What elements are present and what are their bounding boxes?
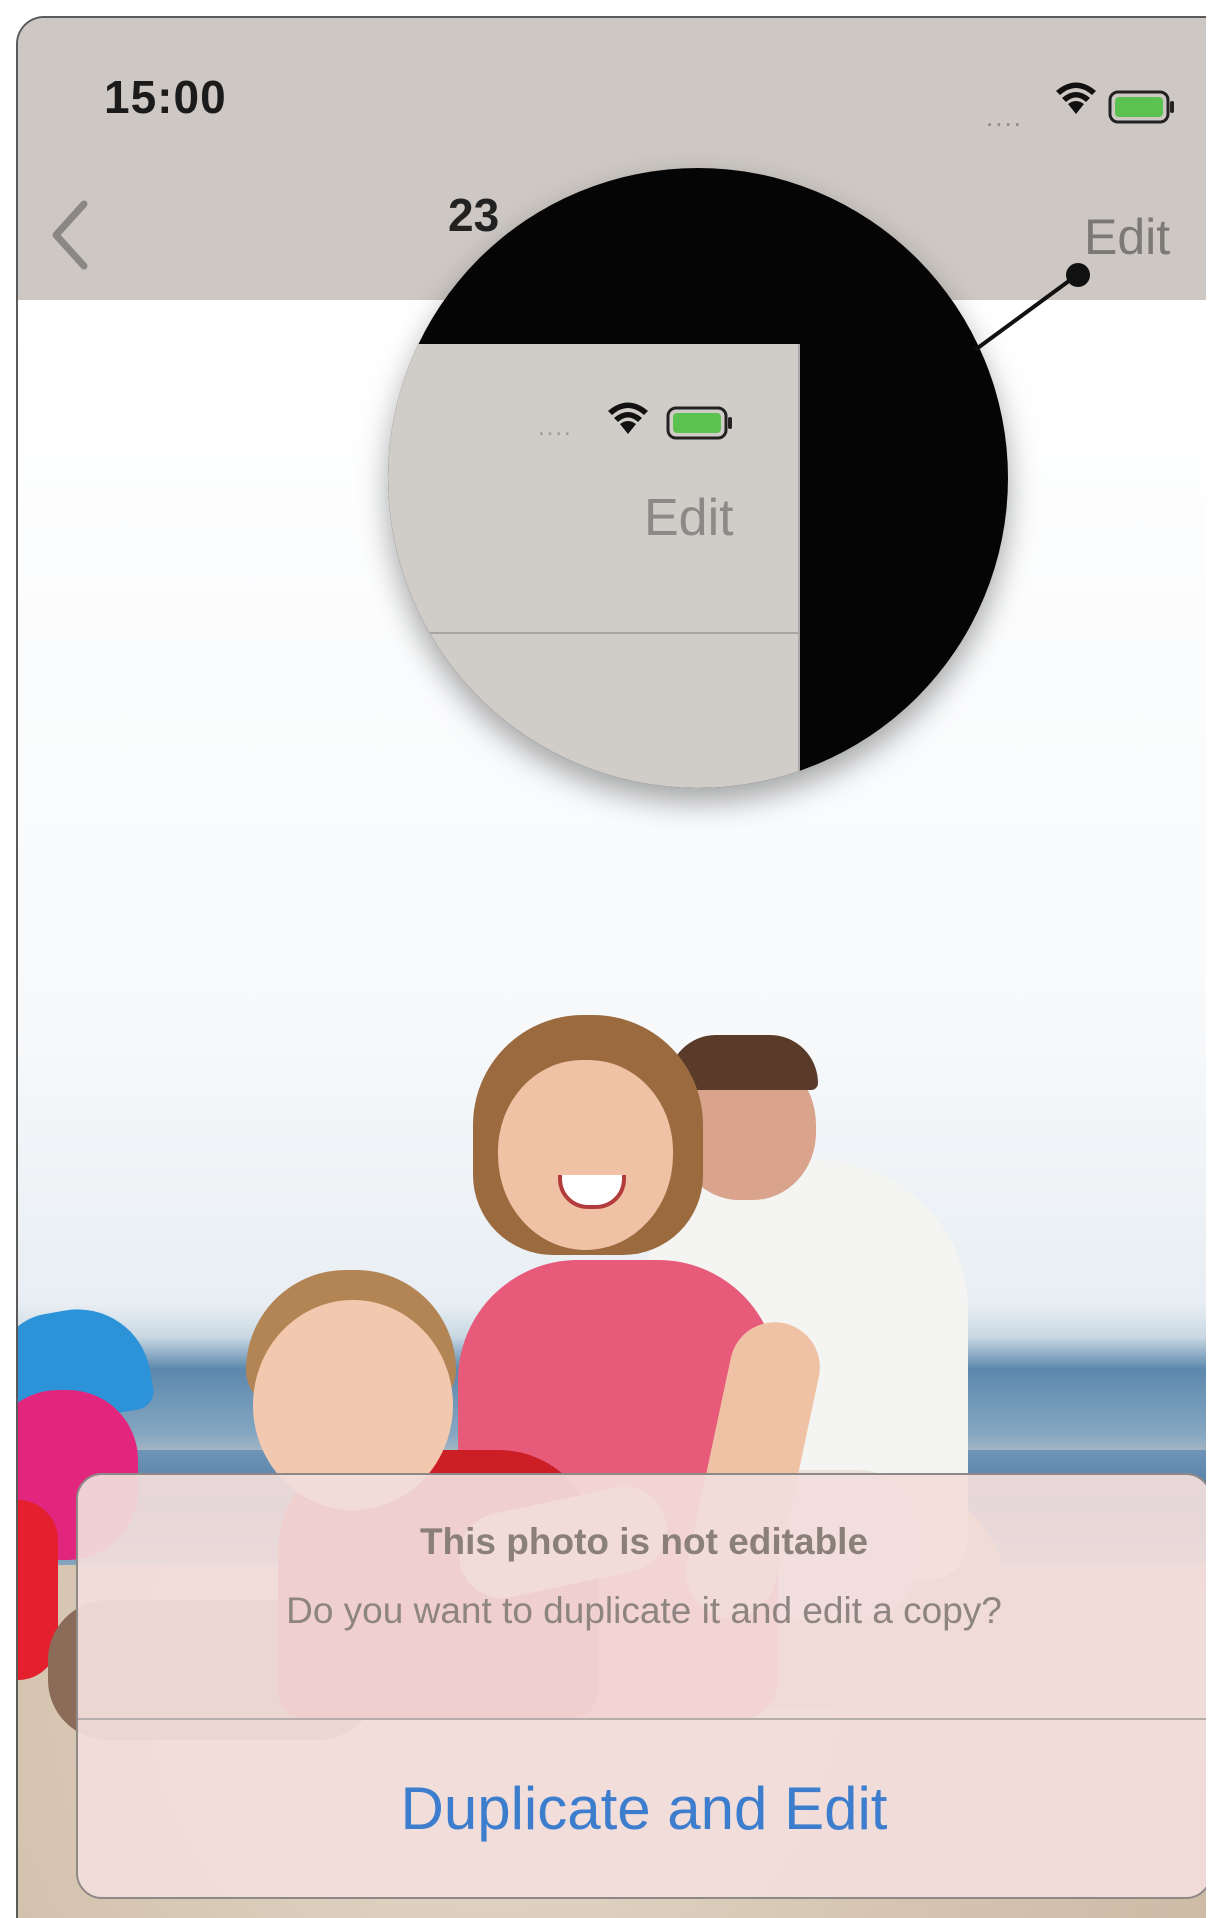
- status-bar: 15:00 ....: [18, 18, 1206, 158]
- magnifier-divider: [388, 632, 798, 634]
- magnifier-battery-icon: [666, 406, 732, 440]
- signal-icon: ....: [986, 102, 1023, 132]
- wifi-icon: [1056, 82, 1096, 114]
- duplicate-and-edit-button[interactable]: Duplicate and Edit: [78, 1720, 1206, 1897]
- status-time: 15:00: [104, 71, 227, 123]
- woman-face: [498, 1060, 673, 1250]
- magnifier-zoomed-navbar: .... Edit: [388, 344, 800, 788]
- edit-button[interactable]: Edit: [1084, 208, 1170, 266]
- magnifier-callout: .... Edit: [388, 168, 1008, 788]
- chevron-left-icon[interactable]: [48, 200, 92, 270]
- magnifier-wifi-icon: [608, 402, 648, 434]
- nav-title: 23: [448, 189, 500, 241]
- alert-message: Do you want to duplicate it and edit a c…: [286, 1590, 1002, 1631]
- phone-screen: 15:00 .... 23 Edit .... Edit This photo …: [16, 16, 1206, 1918]
- magnifier-signal-icon: ....: [538, 414, 573, 441]
- magnifier-edit-label: Edit: [644, 489, 734, 547]
- alert-dialog: This photo is not editable Do you want t…: [76, 1473, 1206, 1899]
- battery-icon: [1108, 90, 1174, 124]
- alert-title: This photo is not editable: [419, 1521, 869, 1562]
